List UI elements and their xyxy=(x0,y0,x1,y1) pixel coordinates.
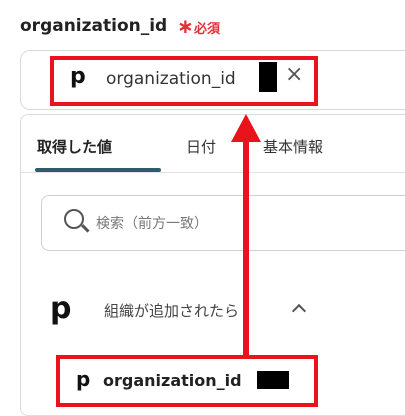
tab-date[interactable]: 日付 xyxy=(186,136,216,157)
annotation-arrow-shaft xyxy=(243,136,249,358)
search-placeholder: 検索（前方一致） xyxy=(96,216,208,232)
required-badge: 必須 xyxy=(194,22,221,37)
tab-basic-info[interactable]: 基本情報 xyxy=(263,136,323,157)
search-icon xyxy=(64,209,84,229)
p-logo-icon: p xyxy=(50,291,72,326)
field-label: organization_id xyxy=(20,16,168,36)
highlight-box-field xyxy=(50,56,318,106)
required-asterisk: ∗ xyxy=(177,14,194,38)
annotation-arrow-head xyxy=(231,114,261,142)
tab-divider xyxy=(21,172,405,173)
group-header-label[interactable]: 組織が追加されたら xyxy=(104,300,239,321)
tab-retrieved-values[interactable]: 取得した値 xyxy=(37,136,112,157)
search-input[interactable]: 検索（前方一致） xyxy=(41,195,405,251)
highlight-box-item xyxy=(56,355,318,407)
